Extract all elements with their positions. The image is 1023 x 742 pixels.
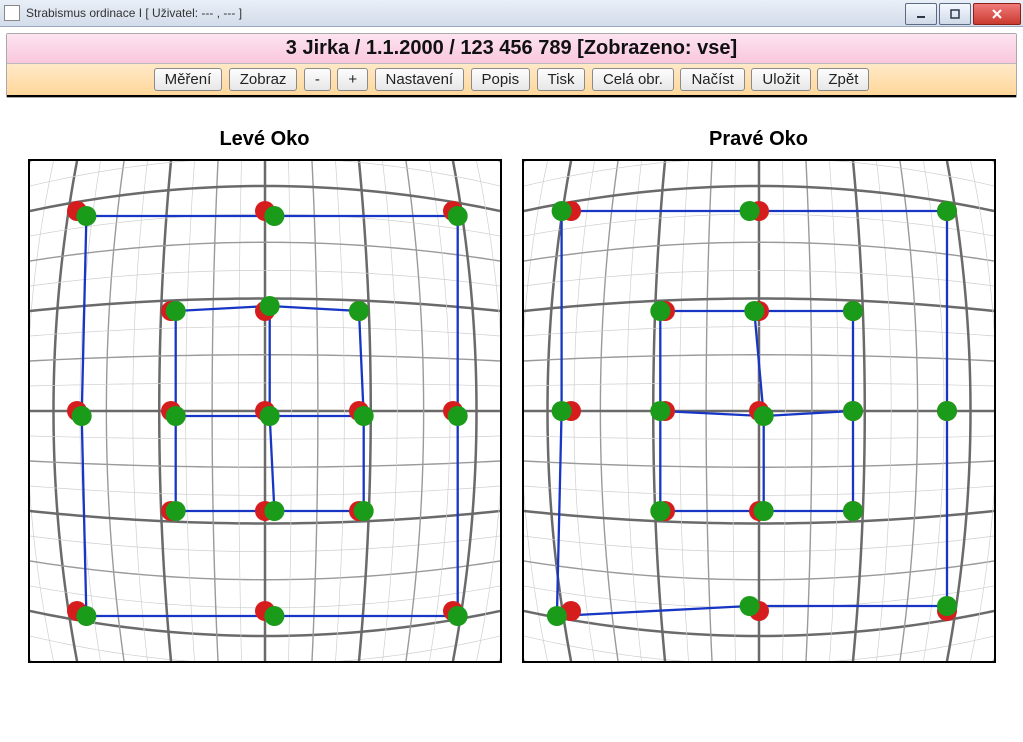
- patient-header: 3 Jirka / 1.1.2000 / 123 456 789 [Zobraz…: [7, 34, 1016, 64]
- content-area: Levé Oko Pravé Oko: [0, 98, 1023, 673]
- back-button[interactable]: Zpět: [817, 68, 869, 91]
- save-button[interactable]: Uložit: [751, 68, 811, 91]
- close-button[interactable]: [973, 3, 1021, 25]
- close-icon: [991, 8, 1003, 20]
- window-title: Strabismus ordinace I [ Uživatel: --- , …: [26, 6, 242, 20]
- right-eye-title: Pravé Oko: [522, 128, 996, 151]
- window-buttons: [905, 1, 1023, 25]
- settings-button[interactable]: Nastavení: [375, 68, 465, 91]
- load-button[interactable]: Načíst: [680, 68, 745, 91]
- minimize-button[interactable]: [905, 3, 937, 25]
- header-strip: 3 Jirka / 1.1.2000 / 123 456 789 [Zobraz…: [6, 33, 1017, 98]
- right-eye-panel: Pravé Oko: [522, 128, 996, 663]
- maximize-button[interactable]: [939, 3, 971, 25]
- right-eye-chart: [522, 159, 996, 663]
- minimize-icon: [915, 8, 927, 20]
- left-eye-title: Levé Oko: [28, 128, 502, 151]
- left-eye-chart: [28, 159, 502, 663]
- show-button[interactable]: Zobraz: [229, 68, 298, 91]
- fullscreen-button[interactable]: Celá obr.: [592, 68, 674, 91]
- toolbar: Měření Zobraz - + Nastavení Popis Tisk C…: [7, 64, 1016, 97]
- left-eye-panel: Levé Oko: [28, 128, 502, 663]
- description-button[interactable]: Popis: [471, 68, 531, 91]
- measure-button[interactable]: Měření: [154, 68, 223, 91]
- maximize-icon: [949, 8, 961, 20]
- app-icon: [4, 5, 20, 21]
- print-button[interactable]: Tisk: [537, 68, 586, 91]
- minus-button[interactable]: -: [304, 68, 331, 91]
- plus-button[interactable]: +: [337, 68, 368, 91]
- window-titlebar: Strabismus ordinace I [ Uživatel: --- , …: [0, 0, 1023, 27]
